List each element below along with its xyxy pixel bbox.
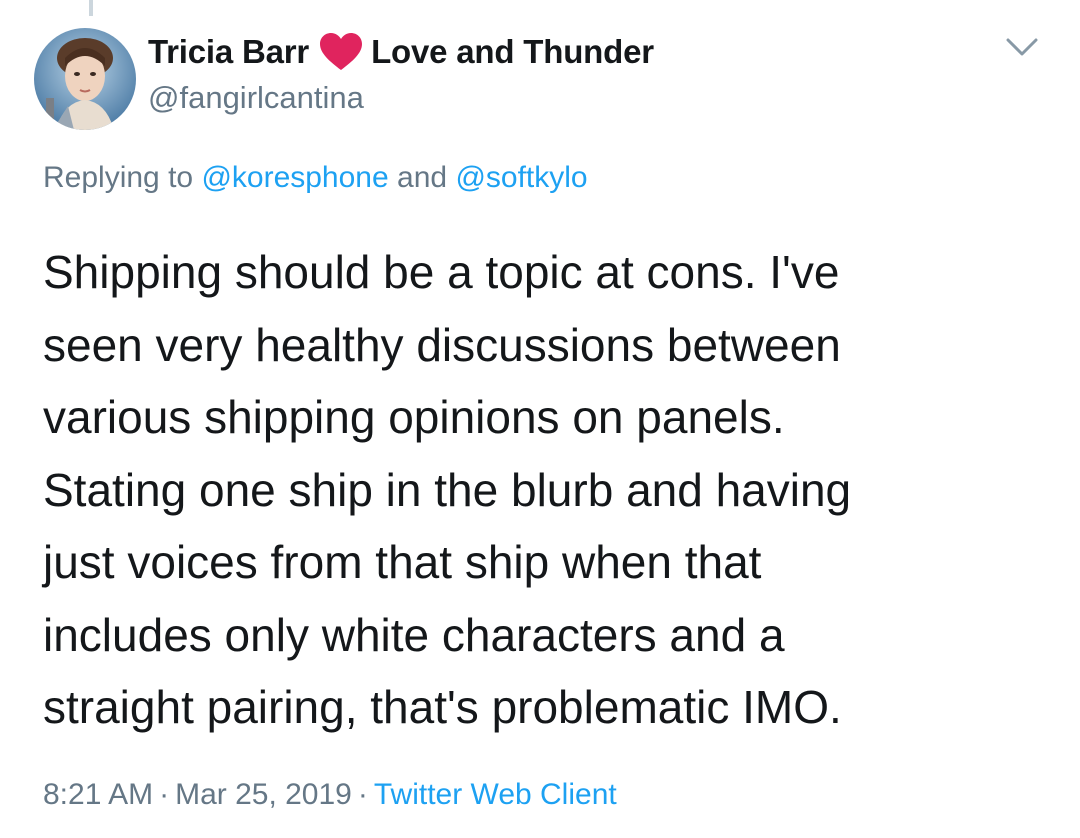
tweet-text: Shipping should be a topic at cons. I've… <box>43 236 1053 744</box>
display-name-part2[interactable]: Love and Thunder <box>371 33 654 71</box>
tweet-text-line: seen very healthy discussions between <box>43 318 841 371</box>
display-name-part1[interactable]: Tricia Barr <box>148 33 309 71</box>
avatar-image <box>34 28 136 130</box>
thread-connector-line <box>89 0 93 16</box>
author-name-row[interactable]: Tricia Barr Love and Thunder <box>148 30 654 74</box>
tweet-text-line: various shipping opinions on panels. <box>43 391 785 443</box>
replying-conjunction: and <box>397 161 448 194</box>
mention-link-2[interactable]: @softkylo <box>455 161 587 194</box>
tweet-text-line: Shipping should be a topic at cons. I've <box>43 246 840 298</box>
tweet-time[interactable]: 8:21 AM <box>43 778 153 811</box>
tweet-text-line: Stating one ship in the blurb and having <box>43 463 852 516</box>
tweet-text-line: just voices from that ship when that <box>43 536 762 588</box>
tweet-source-link[interactable]: Twitter Web Client <box>374 778 617 811</box>
avatar[interactable] <box>34 28 136 130</box>
tweet-date[interactable]: Mar 25, 2019 <box>175 778 352 811</box>
replying-prefix: Replying to <box>43 161 194 194</box>
red-heart-icon <box>319 32 363 72</box>
mention-link-1[interactable]: @koresphone <box>201 161 388 194</box>
chevron-down-icon[interactable] <box>1002 30 1042 64</box>
user-handle[interactable]: @fangirlcantina <box>148 80 364 116</box>
tweet-text-line: includes only white characters and a <box>43 608 785 661</box>
tweet-text-line: straight pairing, that's problematic IMO… <box>43 681 842 733</box>
meta-separator: · <box>357 778 368 811</box>
tweet-metadata: 8:21 AM · Mar 25, 2019 · Twitter Web Client <box>43 778 617 812</box>
meta-separator: · <box>159 778 170 811</box>
replying-to: Replying to @koresphone and @softkylo <box>43 161 588 195</box>
